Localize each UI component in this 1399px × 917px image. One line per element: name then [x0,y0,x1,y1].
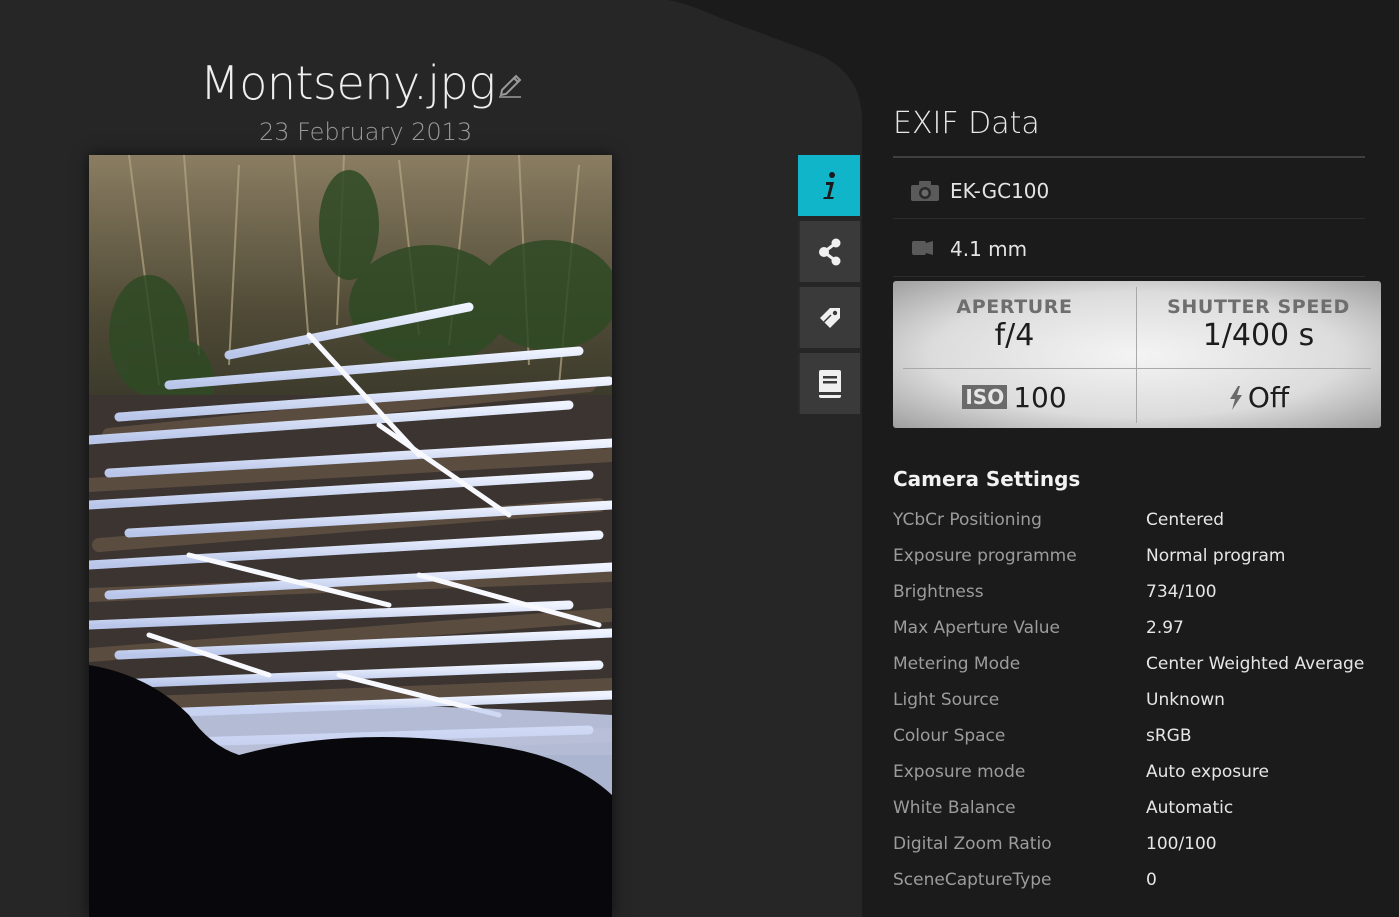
photo-date: 23 February 2013 [259,118,473,146]
settings-key: Digital Zoom Ratio [893,834,1052,854]
settings-key: Metering Mode [893,654,1021,674]
edit-pencil-icon[interactable] [496,68,524,98]
aperture-value: f/4 [994,318,1035,353]
tag-icon [820,307,840,328]
settings-value: Normal program [1146,546,1286,566]
shutter-speed-value: 1/400 s [1202,318,1315,353]
tab-tags[interactable] [798,287,860,348]
camera-settings-title: Camera Settings [893,467,1081,491]
settings-value: 0 [1146,870,1157,890]
settings-key: Exposure mode [893,762,1026,782]
settings-value: Automatic [1146,798,1234,818]
exposure-summary: APERTURE f/4 SHUTTER SPEED 1/400 s ISO 10… [893,281,1381,428]
settings-value: Unknown [1146,690,1225,710]
tab-notes[interactable] [798,353,860,414]
settings-row: Exposure programme Normal program [893,538,1393,574]
settings-value: Center Weighted Average [1146,654,1365,674]
settings-key: YCbCr Positioning [893,510,1042,530]
settings-row: Digital Zoom Ratio 100/100 [893,826,1393,862]
settings-value: 100/100 [1146,834,1217,854]
photo-filename: Montseny.jpg [200,56,496,110]
focal-length-row: 4.1 mm [893,220,1365,277]
settings-key: Brightness [893,582,984,602]
settings-row: Colour Space sRGB [893,718,1393,754]
camera-settings-list: YCbCr Positioning Centered Exposure progra… [893,502,1393,898]
camera-icon [910,180,940,206]
settings-key: Light Source [893,690,1000,710]
share-icon [819,238,841,265]
photo-details-screen: Montseny.jpg 23 February 2013 EXIF Data … [0,0,1399,917]
shutter-speed-label: SHUTTER SPEED [1167,296,1350,318]
settings-value: 734/100 [1146,582,1217,602]
info-icon [823,171,835,199]
side-tab-bar [798,155,862,419]
exif-title: EXIF Data [893,106,1040,141]
settings-key: White Balance [893,798,1016,818]
settings-key: Max Aperture Value [893,618,1061,638]
notebook-icon [819,369,841,398]
settings-key: Colour Space [893,726,1006,746]
flash-icon [1229,386,1242,410]
settings-value: 2.97 [1146,618,1184,638]
tab-share[interactable] [798,221,860,282]
settings-row: Light Source Unknown [893,682,1393,718]
settings-value: sRGB [1146,726,1192,746]
settings-row: YCbCr Positioning Centered [893,502,1393,538]
flash-cell: Off [1137,381,1380,414]
exif-title-divider [893,156,1365,158]
settings-row: White Balance Automatic [893,790,1393,826]
focal-length: 4.1 mm [950,237,1028,261]
lens-icon [910,238,936,262]
settings-row: Metering Mode Center Weighted Average [893,646,1393,682]
settings-value: Auto exposure [1146,762,1269,782]
photo-image[interactable] [89,155,612,917]
settings-row: Brightness 734/100 [893,574,1393,610]
aperture-label: APERTURE [956,296,1073,318]
iso-badge: ISO [962,385,1008,409]
iso-cell: ISO 100 [893,381,1136,414]
settings-value: Centered [1146,510,1225,530]
settings-key: Exposure programme [893,546,1077,566]
iso-value: 100 [1013,381,1067,414]
settings-key: SceneCaptureType [893,870,1052,890]
settings-row: Max Aperture Value 2.97 [893,610,1393,646]
settings-row: SceneCaptureType 0 [893,862,1393,898]
camera-model-row: EK-GC100 [893,162,1365,219]
tab-info[interactable] [798,155,860,216]
flash-value: Off [1247,381,1290,414]
camera-model: EK-GC100 [950,179,1050,203]
settings-row: Exposure mode Auto exposure [893,754,1393,790]
